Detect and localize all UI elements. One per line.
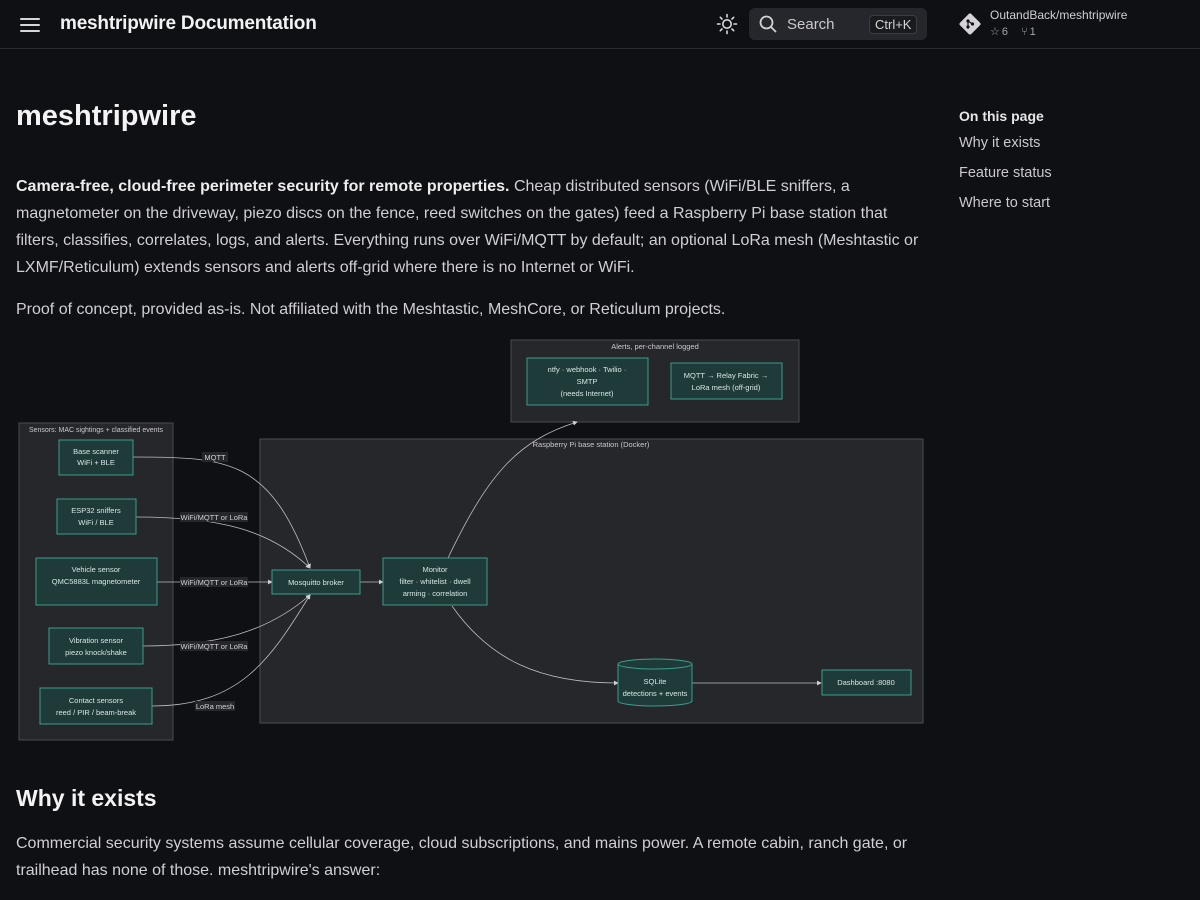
svg-text:WiFi / BLE: WiFi / BLE <box>78 518 113 527</box>
sensor-node-5: Contact sensors reed / PIR / beam-break <box>39 687 153 725</box>
why-paragraph: Commercial security systems assume cellu… <box>16 835 908 879</box>
svg-text:WiFi + BLE: WiFi + BLE <box>77 458 115 467</box>
architecture-diagram: Alerts, per-channel logged ntfy · webhoo… <box>0 330 940 750</box>
repo-stats: ☆ 6 ⑂ 1 <box>990 25 1044 38</box>
edge-label-1: MQTT <box>204 453 226 462</box>
edge-label-2: WiFi/MQTT or LoRa <box>181 513 249 522</box>
menu-icon[interactable] <box>20 15 40 33</box>
site-title[interactable]: meshtripwire Documentation <box>60 13 317 35</box>
fork-icon: ⑂ <box>1021 26 1028 38</box>
svg-text:ESP32 sniffers: ESP32 sniffers <box>71 506 121 515</box>
top-header: meshtripwire Documentation Search Ctrl+K <box>0 0 1200 49</box>
sensors-group-label: Sensors: MAC sightings + classified even… <box>29 427 164 434</box>
sensor-node-2: ESP32 sniffers WiFi / BLE <box>56 498 137 535</box>
svg-text:Dashboard :8080: Dashboard :8080 <box>837 678 895 687</box>
git-icon <box>959 13 981 35</box>
table-of-contents: On this page Why it exists Feature statu… <box>959 108 1179 223</box>
alerts-ntfy-line1: ntfy · webhook · Twilio · <box>548 365 627 374</box>
toc-item-why[interactable]: Why it exists <box>959 133 1179 163</box>
svg-text:Mosquitto broker: Mosquitto broker <box>288 578 344 587</box>
alerts-ntfy-line3: (needs Internet) <box>561 389 614 398</box>
broker-node: Mosquitto broker <box>271 569 361 595</box>
star-count: 6 <box>1001 26 1008 38</box>
alerts-mesh-line1: MQTT → Relay Fabric → <box>684 371 768 380</box>
sensor-node-1: Base scanner WiFi + BLE <box>58 439 134 476</box>
base-station-label: Raspberry Pi base station (Docker) <box>533 440 650 449</box>
svg-text:Monitor: Monitor <box>422 565 448 574</box>
svg-text:QMC5883L magnetometer: QMC5883L magnetometer <box>52 577 141 586</box>
alerts-group-label: Alerts, per-channel logged <box>611 342 699 351</box>
alerts-ntfy-line2: SMTP <box>577 377 598 386</box>
sqlite-node: SQLite detections + events <box>617 658 693 707</box>
sun-icon[interactable] <box>716 13 738 35</box>
toc-item-where-to-start[interactable]: Where to start <box>959 193 1179 223</box>
dashboard-node: Dashboard :8080 <box>821 669 912 696</box>
alerts-group: Alerts, per-channel logged ntfy · webhoo… <box>510 339 800 423</box>
search-shortcut: Ctrl+K <box>869 15 918 34</box>
why-heading: Why it exists <box>16 785 157 811</box>
svg-text:Vehicle sensor: Vehicle sensor <box>72 565 121 574</box>
repo-name: OutandBack/meshtripwire <box>990 8 1128 22</box>
toc-title: On this page <box>959 108 1044 124</box>
toc-item-feature-status[interactable]: Feature status <box>959 163 1179 193</box>
intro-paragraph: Camera-free, cloud-free perimeter securi… <box>16 173 931 281</box>
alerts-mesh-line2: LoRa mesh (off-grid) <box>692 383 761 392</box>
svg-text:piezo knock/shake: piezo knock/shake <box>65 648 127 657</box>
svg-text:reed / PIR / beam-break: reed / PIR / beam-break <box>56 708 136 717</box>
search-label: Search <box>787 16 835 33</box>
edge-label-3: WiFi/MQTT or LoRa <box>181 578 249 587</box>
star-icon: ☆ <box>990 26 1000 38</box>
edge-label-4: WiFi/MQTT or LoRa <box>181 642 249 651</box>
svg-text:SQLite: SQLite <box>644 677 667 686</box>
edge-label-5: LoRa mesh <box>196 702 234 711</box>
svg-text:arming · correlation: arming · correlation <box>403 589 468 598</box>
svg-text:filter · whitelist · dwell: filter · whitelist · dwell <box>399 577 471 586</box>
sensor-node-4: Vibration sensor piezo knock/shake <box>48 627 144 665</box>
search-icon <box>759 15 777 33</box>
repo-link[interactable]: OutandBack/meshtripwire ☆ 6 ⑂ 1 <box>958 6 1178 42</box>
svg-text:detections + events: detections + events <box>623 689 688 698</box>
fork-count: 1 <box>1029 26 1036 38</box>
page-title: meshtripwire <box>16 100 197 132</box>
svg-text:Base scanner: Base scanner <box>73 447 119 456</box>
svg-text:Contact sensors: Contact sensors <box>69 696 123 705</box>
monitor-node: Monitor filter · whitelist · dwell armin… <box>382 557 488 606</box>
svg-text:Vibration sensor: Vibration sensor <box>69 636 124 645</box>
disclaimer: Proof of concept, provided as-is. Not af… <box>16 301 726 318</box>
intro-bold: Camera-free, cloud-free perimeter securi… <box>16 178 510 195</box>
search-button[interactable]: Search Ctrl+K <box>749 8 927 40</box>
sensor-node-3: Vehicle sensor QMC5883L magnetometer <box>35 557 158 606</box>
